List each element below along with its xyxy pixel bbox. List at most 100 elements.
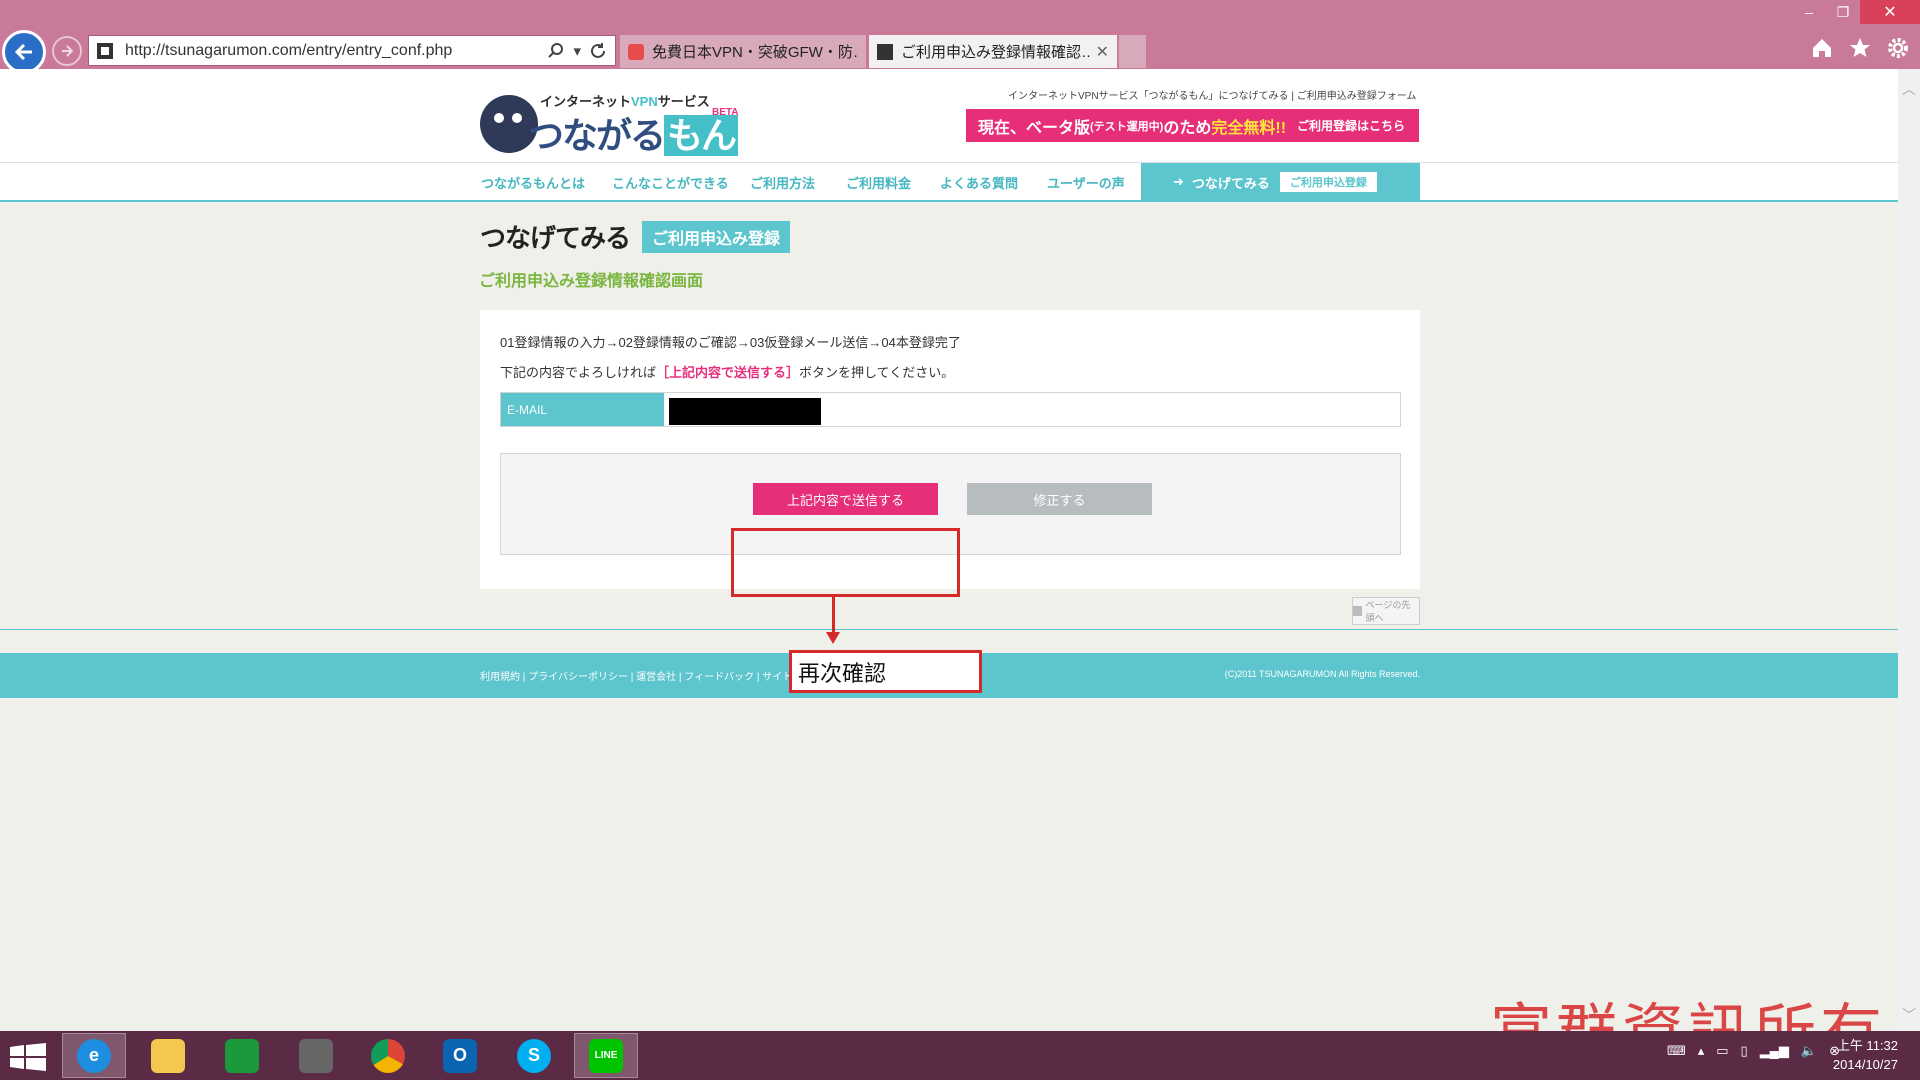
forward-button[interactable] [52,36,82,66]
arrow-right-icon [62,45,74,57]
tab-vpn-article[interactable]: 免費日本VPN・突破GFW・防… [620,35,866,68]
header-links[interactable]: インターネットVPNサービス「つながるもん」につなげてみる | ご利用申込み登録… [1008,87,1416,102]
page-top-icon [1353,606,1362,616]
taskbar-chrome[interactable] [356,1033,420,1078]
nav-voices[interactable]: ユーザーの声 [1047,173,1125,192]
annotation-highlight-box [731,528,960,597]
beta-badge: BETA [712,107,739,118]
system-tray: ⌨ ▴ ▭ ▯ ▂▄▆ 🔈 ⊗ [1667,1043,1840,1059]
arrow-right-icon: ➜ [1173,174,1184,189]
url-text[interactable]: http://tsunagarumon.com/entry/entry_conf… [125,42,547,60]
store-icon [225,1038,259,1073]
back-button[interactable] [2,30,46,74]
keyboard-icon[interactable]: ⌨ [1667,1043,1686,1059]
folder-icon [151,1038,185,1073]
nav-pricing[interactable]: ご利用料金 [846,173,911,192]
dropdown-icon[interactable]: ▾ [573,42,581,60]
line-icon: LINE [589,1038,623,1073]
annotation-arrow-line [832,597,835,637]
annotation-label: 再次確認 [789,650,982,693]
logo-name-mon: もん [664,115,739,156]
footer-divider [0,629,1898,630]
note-before: 下記の内容でよろしければ [500,365,657,380]
taskbar-explorer[interactable] [136,1033,200,1078]
beta-banner[interactable]: 現在、ベータ版 (テスト運用中) のため 完全無料!! ご利用登録はこちら [966,109,1419,142]
nav-connect-pill: ご利用申込登録 [1279,172,1377,192]
annotation-arrow-head [826,632,840,644]
clock-date: 2014/10/27 [1832,1057,1898,1072]
scroll-up-icon[interactable]: ︿ [1902,79,1916,99]
note-after: ボタンを押してください。 [799,365,955,380]
taskbar-ie[interactable]: e [62,1033,126,1078]
close-window-button[interactable]: ✕ [1860,0,1920,24]
send-button[interactable]: 上記内容で送信する [753,483,938,515]
pc-settings-icon [299,1038,333,1073]
vertical-scrollbar[interactable]: ︿ ﹀ [1898,69,1920,1031]
tray-expand-icon[interactable]: ▴ [1698,1043,1705,1059]
nav-features[interactable]: こんなことができる [612,173,729,192]
tab-title: 免費日本VPN・突破GFW・防… [652,44,858,61]
refresh-icon[interactable] [589,42,607,60]
banner-free: 完全無料!! [1211,119,1287,137]
chrome-icon [371,1038,405,1073]
windows-start-icon[interactable] [10,1043,46,1071]
web-page: インターネットVPNサービス つながるもん BETA インターネットVPNサービ… [0,69,1898,1031]
browser-toolbar-icons [1810,36,1910,60]
logo-name: つながるもん [528,107,739,159]
new-tab-button[interactable] [1119,35,1146,68]
volume-icon[interactable]: 🔈 [1801,1043,1817,1059]
nav-connect[interactable]: ➜ つなげてみる ご利用申込登録 [1141,163,1420,201]
tablet-icon[interactable]: ▭ [1716,1043,1728,1059]
home-icon[interactable] [1810,36,1834,60]
favorites-star-icon[interactable] [1848,36,1872,60]
clock[interactable]: 上午 11:32 2014/10/27 [1833,1036,1898,1074]
taskbar-line[interactable]: LINE [574,1033,638,1078]
taskbar-store[interactable] [210,1033,274,1078]
site-header: インターネットVPNサービス つながるもん BETA インターネットVPNサービ… [0,69,1898,162]
footer-links[interactable]: 利用規約 | プライバシーポリシー | 運営会社 | フィードバック | サイト… [480,668,828,683]
page-top-label: ページの先頭へ [1365,600,1411,623]
gear-icon[interactable] [1886,36,1910,60]
site-logo[interactable]: インターネットVPNサービス つながるもん BETA [480,87,745,156]
banner-mid: のため [1163,119,1212,137]
email-row: E-MAIL [500,392,1401,427]
page-title: つなげてみる ご利用申込み登録 [480,218,791,255]
skype-icon: S [517,1038,551,1073]
scroll-down-icon[interactable]: ﹀ [1902,1005,1916,1025]
instruction-text: 下記の内容でよろしければ［上記内容で送信する］ボタンを押してください。 [500,362,954,381]
tab-close-icon[interactable]: ✕ [1096,42,1109,62]
taskbar: e O S LINE ⌨ ▴ ▭ ▯ ▂▄▆ 🔈 ⊗ 上午 11:32 2014… [0,1031,1920,1080]
window-controls: – ❐ ✕ [1792,0,1920,24]
signal-icon[interactable]: ▂▄▆ [1760,1043,1789,1059]
restore-button[interactable]: ❐ [1826,0,1860,24]
tab-favicon [877,43,893,60]
outlook-icon: O [443,1038,477,1073]
arrow-left-icon [14,43,32,61]
tab-title: ご利用申込み登録情報確認… [901,44,1090,61]
copyright: (C)2011 TSUNAGARUMON All Rights Reserved… [1224,669,1420,679]
page-subtitle: ご利用申込み登録情報確認画面 [479,273,704,290]
nav-howto[interactable]: ご利用方法 [750,173,815,192]
taskbar-settings[interactable] [284,1033,348,1078]
nav-faq[interactable]: よくある質問 [940,173,1018,192]
search-icon[interactable] [547,42,565,60]
battery-icon[interactable]: ▯ [1741,1043,1748,1059]
edit-button[interactable]: 修正する [967,483,1152,515]
banner-cta[interactable]: ご利用登録はこちら [1297,117,1405,134]
browser-chrome: – ❐ ✕ http://tsunagarumon.com/entry/entr… [0,0,1920,74]
address-bar[interactable]: http://tsunagarumon.com/entry/entry_conf… [88,35,616,66]
email-label: E-MAIL [501,393,664,426]
page-top-link[interactable]: ページの先頭へ [1352,597,1420,625]
ie-icon: e [77,1038,111,1073]
tab-entry-confirm[interactable]: ご利用申込み登録情報確認… ✕ [869,35,1117,68]
clock-time: 上午 11:32 [1836,1038,1898,1053]
taskbar-skype[interactable]: S [502,1033,566,1078]
taskbar-outlook[interactable]: O [428,1033,492,1078]
nav-about[interactable]: つながるもんとは [481,173,585,192]
site-favicon [97,42,113,59]
logo-name-text: つながる [528,115,666,156]
tab-favicon [628,43,644,60]
email-value-redacted [669,398,821,425]
step-indicator: 01登録情報の入力→02登録情報のご確認→03仮登録メール送信→04本登録完了 [500,335,961,350]
minimize-button[interactable]: – [1792,0,1826,24]
